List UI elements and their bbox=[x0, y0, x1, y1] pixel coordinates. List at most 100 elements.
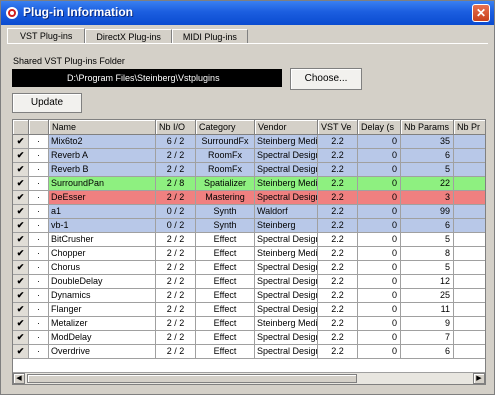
cell-category: RoomFx bbox=[196, 163, 255, 177]
arrow-right-icon[interactable]: ▶ bbox=[473, 373, 485, 384]
cell-mark: · bbox=[29, 205, 49, 219]
cell-vendor: Spectral Design bbox=[255, 233, 318, 247]
table-row[interactable]: ✔ · Reverb A2 / 2 RoomFx Spectral Design 2.2 0… bbox=[13, 149, 485, 163]
cell-nb-io: 2 / 2 bbox=[156, 345, 196, 359]
cell-nb-io: 0 / 2 bbox=[156, 219, 196, 233]
checkmark-icon[interactable]: ✔ bbox=[13, 233, 29, 247]
table-row[interactable]: ✔ · Chopper 2 / 2 Effect Steinberg Media 2.2 0 8 bbox=[13, 247, 485, 261]
cell-delay: 0 bbox=[358, 191, 401, 205]
table-row[interactable]: ✔ · Metalizer 2 / 2 Effect Steinberg Media 2.2… bbox=[13, 317, 485, 331]
checkmark-icon[interactable]: ✔ bbox=[13, 247, 29, 261]
table-row[interactable]: ✔ · vb-1 0 / 2 Synth Steinberg 2.2 0 6 bbox=[13, 219, 485, 233]
table-row[interactable]: ✔ · SurroundPan 2 / 8 Spatializer Steinberg M… bbox=[13, 177, 485, 191]
close-button[interactable]: ✕ bbox=[472, 4, 490, 22]
cell-name: Flanger bbox=[49, 303, 156, 317]
table-row[interactable]: ✔ · BitCrusher 2 / 2 Effect Spectral Design 2.… bbox=[13, 233, 485, 247]
cell-vst-version: 2.2 bbox=[318, 233, 358, 247]
cell-mark: · bbox=[29, 233, 49, 247]
cell-category: Effect bbox=[196, 275, 255, 289]
table-row[interactable]: ✔ · Dynamics 2 / 2 Effect Spectral Design 2.2 0… bbox=[13, 289, 485, 303]
checkmark-icon[interactable]: ✔ bbox=[13, 135, 29, 149]
cell-delay: 0 bbox=[358, 247, 401, 261]
cell-delay: 0 bbox=[358, 149, 401, 163]
column-header-name[interactable]: Name bbox=[49, 120, 156, 135]
cell-nb-programs bbox=[454, 135, 485, 149]
checkmark-icon[interactable]: ✔ bbox=[13, 275, 29, 289]
column-header-vst-version[interactable]: VST Ve bbox=[318, 120, 358, 135]
cell-vendor: Steinberg Media bbox=[255, 135, 318, 149]
checkmark-icon[interactable]: ✔ bbox=[13, 219, 29, 233]
cell-nb-params: 5 bbox=[401, 233, 454, 247]
table-row[interactable]: ✔ · Flanger 2 / 2 Effect Spectral Design 2.2 0 1… bbox=[13, 303, 485, 317]
cell-category: RoomFx bbox=[196, 149, 255, 163]
checkmark-icon[interactable]: ✔ bbox=[13, 345, 29, 359]
cell-mark: · bbox=[29, 191, 49, 205]
cell-nb-io: 6 / 2 bbox=[156, 135, 196, 149]
cell-category: Effect bbox=[196, 261, 255, 275]
tab-directx-plugins[interactable]: DirectX Plug-ins bbox=[85, 29, 172, 44]
title-bar[interactable]: Plug-in Information ✕ bbox=[1, 1, 494, 25]
cell-nb-params: 3 bbox=[401, 191, 454, 205]
checkmark-icon[interactable]: ✔ bbox=[13, 191, 29, 205]
checkmark-icon[interactable]: ✔ bbox=[13, 289, 29, 303]
table-row[interactable]: ✔ · Chorus 2 / 2 Effect Spectral Design 2.2 0 5 bbox=[13, 261, 485, 275]
cell-category: Effect bbox=[196, 303, 255, 317]
cell-mark: · bbox=[29, 275, 49, 289]
cell-nb-programs bbox=[454, 191, 485, 205]
table-row[interactable]: ✔ · DeEsser 2 / 2 Mastering Spectral Design 2.… bbox=[13, 191, 485, 205]
cell-delay: 0 bbox=[358, 303, 401, 317]
cell-category: Synth bbox=[196, 219, 255, 233]
table-row[interactable]: ✔ · Reverb B2 / 2 RoomFx Spectral Design 2.2 0… bbox=[13, 163, 485, 177]
tab-midi-plugins[interactable]: MIDI Plug-ins bbox=[171, 29, 248, 44]
checkmark-icon[interactable]: ✔ bbox=[13, 205, 29, 219]
cell-name: Chopper bbox=[49, 247, 156, 261]
cell-nb-params: 99 bbox=[401, 205, 454, 219]
table-row[interactable]: ✔ · ModDelay 2 / 2 Effect Spectral Design 2.2 0… bbox=[13, 331, 485, 345]
column-header-nb-programs[interactable]: Nb Pr bbox=[454, 120, 485, 135]
cell-category: Mastering bbox=[196, 191, 255, 205]
checkmark-icon[interactable]: ✔ bbox=[13, 149, 29, 163]
checkmark-icon[interactable]: ✔ bbox=[13, 163, 29, 177]
column-header-delay[interactable]: Delay (s bbox=[358, 120, 401, 135]
cell-category: Effect bbox=[196, 317, 255, 331]
table-row[interactable]: ✔ · Overdrive 2 / 2 Effect Spectral Design 2.2… bbox=[13, 345, 485, 359]
column-header-enabled[interactable] bbox=[13, 120, 29, 135]
cell-mark: · bbox=[29, 331, 49, 345]
tab-vst-plugins[interactable]: VST Plug-ins bbox=[7, 28, 86, 44]
cell-nb-io: 2 / 2 bbox=[156, 163, 196, 177]
cell-name: Chorus bbox=[49, 261, 156, 275]
column-header-nb-io[interactable]: Nb I/O bbox=[156, 120, 196, 135]
table-row[interactable]: ✔ · a1 0 / 2 Synth Waldorf 2.2 0 99 bbox=[13, 205, 485, 219]
checkmark-icon[interactable]: ✔ bbox=[13, 331, 29, 345]
table-row[interactable]: ✔ · DoubleDelay 2 / 2 Effect Spectral Design 2… bbox=[13, 275, 485, 289]
cell-vst-version: 2.2 bbox=[318, 191, 358, 205]
column-header-vendor[interactable]: Vendor bbox=[255, 120, 318, 135]
cell-vst-version: 2.2 bbox=[318, 177, 358, 191]
cell-name: SurroundPan bbox=[49, 177, 156, 191]
checkmark-icon[interactable]: ✔ bbox=[13, 303, 29, 317]
cell-delay: 0 bbox=[358, 345, 401, 359]
cell-vendor: Steinberg Media bbox=[255, 177, 318, 191]
cell-delay: 0 bbox=[358, 331, 401, 345]
cell-vst-version: 2.2 bbox=[318, 303, 358, 317]
plugin-table: Name Nb I/O Category Vendor VST Ve Delay (s Nb… bbox=[12, 119, 486, 385]
cell-vst-version: 2.2 bbox=[318, 247, 358, 261]
column-header-mark[interactable] bbox=[29, 120, 49, 135]
cell-nb-io: 0 / 2 bbox=[156, 205, 196, 219]
scrollbar-thumb[interactable] bbox=[27, 374, 357, 383]
cell-vst-version: 2.2 bbox=[318, 289, 358, 303]
column-header-nb-params[interactable]: Nb Params bbox=[401, 120, 454, 135]
arrow-left-icon[interactable]: ◀ bbox=[13, 373, 25, 384]
cell-mark: · bbox=[29, 317, 49, 331]
update-button[interactable]: Update bbox=[12, 93, 82, 113]
cell-vendor: Spectral Design bbox=[255, 303, 318, 317]
checkmark-icon[interactable]: ✔ bbox=[13, 261, 29, 275]
column-header-category[interactable]: Category bbox=[196, 120, 255, 135]
table-row[interactable]: ✔ · Mix6to2 6 / 2 SurroundFx Steinberg Media 2… bbox=[13, 135, 485, 149]
checkmark-icon[interactable]: ✔ bbox=[13, 317, 29, 331]
choose-folder-button[interactable]: Choose... bbox=[290, 68, 362, 90]
horizontal-scrollbar[interactable]: ◀ ▶ bbox=[13, 372, 485, 384]
plugin-info-window: Plug-in Information ✕ VST Plug-ins Direc… bbox=[0, 0, 495, 395]
checkmark-icon[interactable]: ✔ bbox=[13, 177, 29, 191]
cell-category: Effect bbox=[196, 233, 255, 247]
